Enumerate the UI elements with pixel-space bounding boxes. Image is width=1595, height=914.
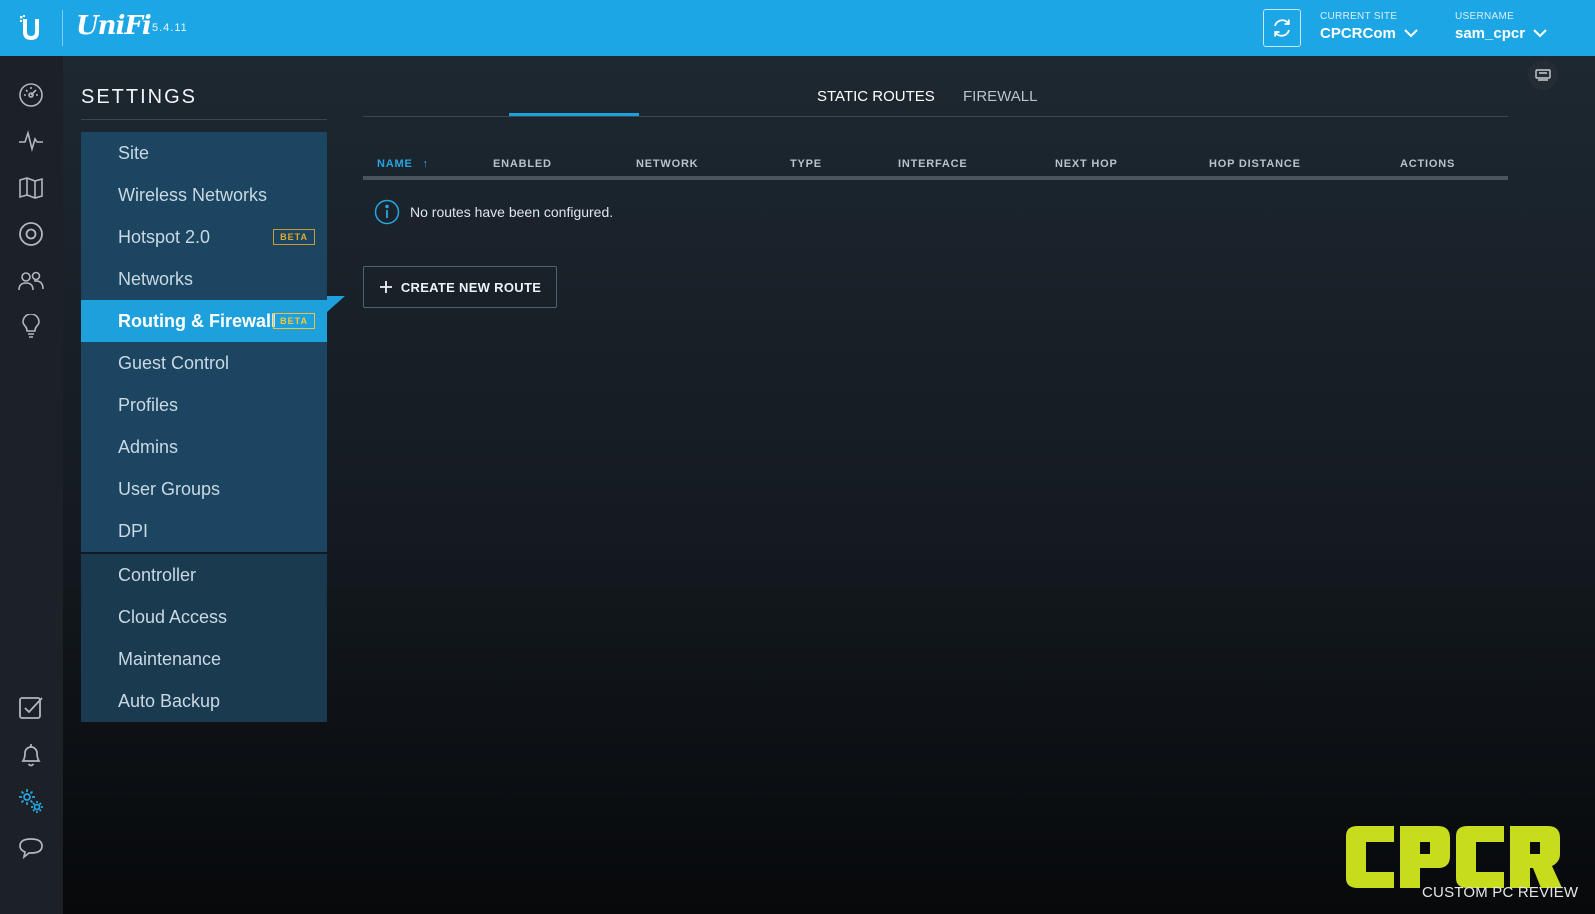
statistics-icon[interactable]	[16, 126, 46, 156]
menu-item-label: Guest Control	[118, 352, 230, 373]
empty-state: No routes have been configured.	[374, 199, 613, 225]
routes-table-header: NAME ↑ ENABLED NETWORK TYPE INTERFACE NE…	[363, 150, 1508, 180]
menu-item-label: Hotspot 2.0	[118, 226, 211, 247]
map-icon[interactable]	[16, 173, 46, 203]
menu-item-networks[interactable]: Networks	[81, 258, 327, 300]
console-icon[interactable]	[1528, 60, 1558, 90]
menu-item-label: Admins	[118, 436, 179, 457]
menu-item-maintenance[interactable]: Maintenance	[81, 638, 327, 680]
nav-rail	[0, 56, 63, 914]
username-value: sam_cpcr	[1455, 25, 1526, 42]
menu-item-guest-control[interactable]: Guest Control	[81, 342, 327, 384]
column-header-actions: ACTIONS	[1400, 158, 1456, 170]
chat-icon[interactable]	[16, 833, 46, 863]
dashboard-icon[interactable]	[16, 80, 46, 110]
site-selector[interactable]: CURRENT SITE CPCRCom	[1320, 11, 1418, 42]
menu-item-label: Networks	[118, 268, 194, 289]
current-site-label: CURRENT SITE	[1320, 11, 1398, 22]
column-header-network[interactable]: NETWORK	[636, 158, 698, 170]
ubiquiti-logo-icon[interactable]	[0, 0, 62, 56]
menu-item-wireless-networks[interactable]: Wireless Networks	[81, 174, 327, 216]
sort-ascending-icon: ↑	[422, 158, 429, 170]
menu-item-label: Auto Backup	[118, 690, 221, 711]
menu-item-label: Cloud Access	[118, 606, 228, 627]
events-icon[interactable]	[16, 693, 46, 723]
menu-item-label: Profiles	[118, 394, 179, 415]
username-label: USERNAME	[1455, 11, 1515, 22]
watermark-subtitle: CUSTOM PC REVIEW	[1422, 884, 1579, 901]
info-icon	[374, 199, 400, 225]
menu-item-label: Maintenance	[118, 648, 222, 669]
beta-badge: BETA	[273, 229, 315, 245]
beta-badge: BETA	[273, 313, 315, 329]
page-title: SETTINGS	[81, 86, 198, 108]
menu-item-cloud-access[interactable]: Cloud Access	[81, 596, 327, 638]
active-item-pointer	[327, 296, 345, 312]
insights-icon[interactable]	[16, 312, 46, 342]
create-new-route-button[interactable]: CREATE NEW ROUTE	[363, 266, 557, 308]
title-divider	[81, 119, 327, 120]
menu-item-label: DPI	[118, 520, 149, 541]
column-header-next-hop[interactable]: NEXT HOP	[1055, 158, 1118, 170]
menu-item-profiles[interactable]: Profiles	[81, 384, 327, 426]
menu-item-dpi[interactable]: DPI	[81, 510, 327, 552]
settings-menu-group-controller: Controller Cloud Access Maintenance Auto…	[81, 554, 327, 722]
refresh-button[interactable]	[1263, 9, 1301, 47]
menu-item-hotspot[interactable]: Hotspot 2.0 BETA	[81, 216, 327, 258]
menu-item-admins[interactable]: Admins	[81, 426, 327, 468]
settings-menu-group-site: Site Wireless Networks Hotspot 2.0 BETA N…	[81, 132, 327, 552]
top-bar: UniFi 5.4.11 CURRENT SITE CPCRCom USERNA…	[0, 0, 1595, 56]
menu-item-label: Site	[118, 142, 150, 163]
menu-item-routing-firewall[interactable]: Routing & Firewall BETA	[81, 300, 327, 342]
menu-item-user-groups[interactable]: User Groups	[81, 468, 327, 510]
column-header-enabled[interactable]: ENABLED	[493, 158, 552, 170]
column-header-hop-distance[interactable]: HOP DISTANCE	[1209, 158, 1301, 170]
alerts-icon[interactable]	[16, 740, 46, 770]
clients-icon[interactable]	[16, 266, 46, 296]
settings-menu: Site Wireless Networks Hotspot 2.0 BETA N…	[81, 132, 327, 722]
logo-divider	[62, 10, 63, 46]
menu-item-label: Wireless Networks	[118, 184, 268, 205]
menu-item-site[interactable]: Site	[81, 132, 327, 174]
current-site-value: CPCRCom	[1320, 25, 1396, 42]
refresh-icon	[1274, 19, 1290, 37]
menu-item-label: Routing & Firewall	[118, 310, 277, 331]
settings-icon[interactable]	[16, 786, 46, 816]
app-version: 5.4.11	[152, 22, 188, 34]
chevron-down-icon	[1533, 29, 1547, 38]
column-header-name[interactable]: NAME ↑	[377, 158, 429, 170]
menu-item-label: Controller	[118, 564, 197, 585]
main-content: SETTINGS Site Wireless Networks Hotspot …	[63, 56, 1595, 914]
empty-state-message: No routes have been configured.	[410, 204, 614, 220]
chevron-down-icon	[1404, 29, 1418, 38]
menu-item-auto-backup[interactable]: Auto Backup	[81, 680, 327, 722]
column-header-type[interactable]: TYPE	[790, 158, 822, 170]
devices-icon[interactable]	[16, 219, 46, 249]
active-tab-indicator	[509, 113, 639, 116]
create-new-route-label: CREATE NEW ROUTE	[400, 279, 542, 295]
user-menu[interactable]: USERNAME sam_cpcr	[1455, 11, 1547, 42]
plus-icon	[379, 281, 392, 293]
tab-firewall[interactable]: FIREWALL	[963, 88, 1037, 114]
app-logo: UniFi	[76, 11, 152, 41]
tab-static-routes[interactable]: STATIC ROUTES	[817, 88, 935, 114]
column-header-interface[interactable]: INTERFACE	[898, 158, 968, 170]
menu-item-label: User Groups	[118, 478, 221, 499]
menu-item-controller[interactable]: Controller	[81, 554, 327, 596]
